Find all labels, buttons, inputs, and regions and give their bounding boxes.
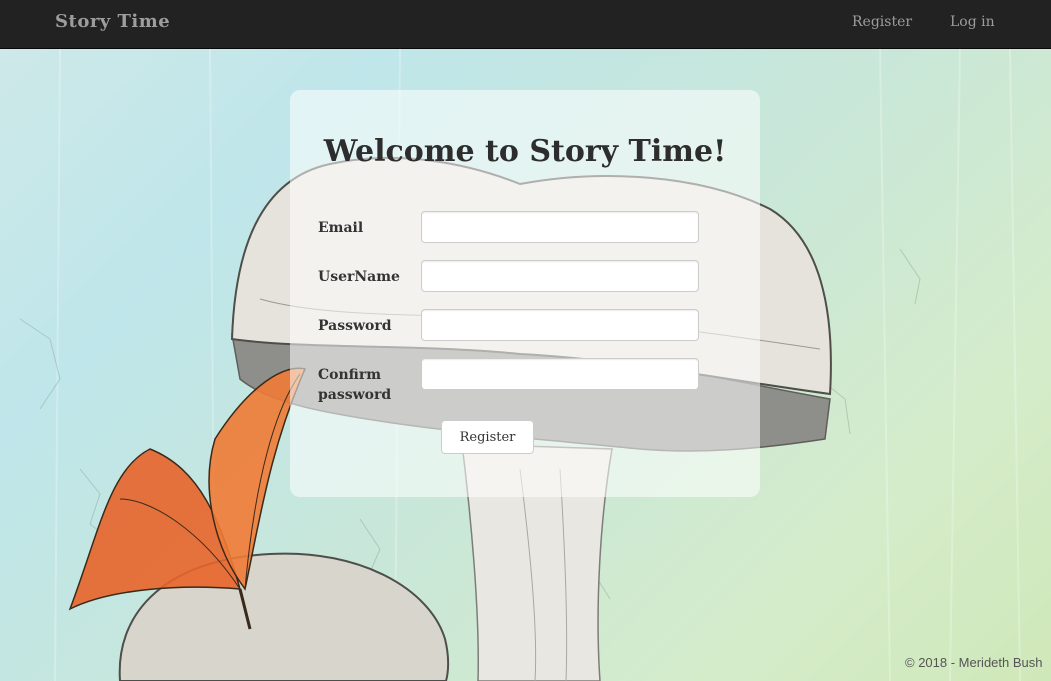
email-label: Email [318,220,364,236]
nav-login-link[interactable]: Log in [950,14,995,30]
footer-copyright: © 2018 - Merideth Bush [905,655,1043,670]
register-card: Welcome to Story Time! Email UserName Pa… [290,90,760,497]
username-field[interactable] [421,260,699,292]
register-button[interactable]: Register [441,420,534,454]
confirm-password-label: Confirm password [318,367,392,403]
nav-register-link[interactable]: Register [852,14,912,30]
username-label: UserName [318,269,400,285]
password-label: Password [318,318,392,334]
password-field[interactable] [421,309,699,341]
page-title: Welcome to Story Time! [323,134,727,169]
brand-link[interactable]: Story Time [55,11,170,32]
top-navbar: Story Time Register Log in [0,0,1051,49]
email-field[interactable] [421,211,699,243]
confirm-password-field[interactable] [421,358,699,390]
